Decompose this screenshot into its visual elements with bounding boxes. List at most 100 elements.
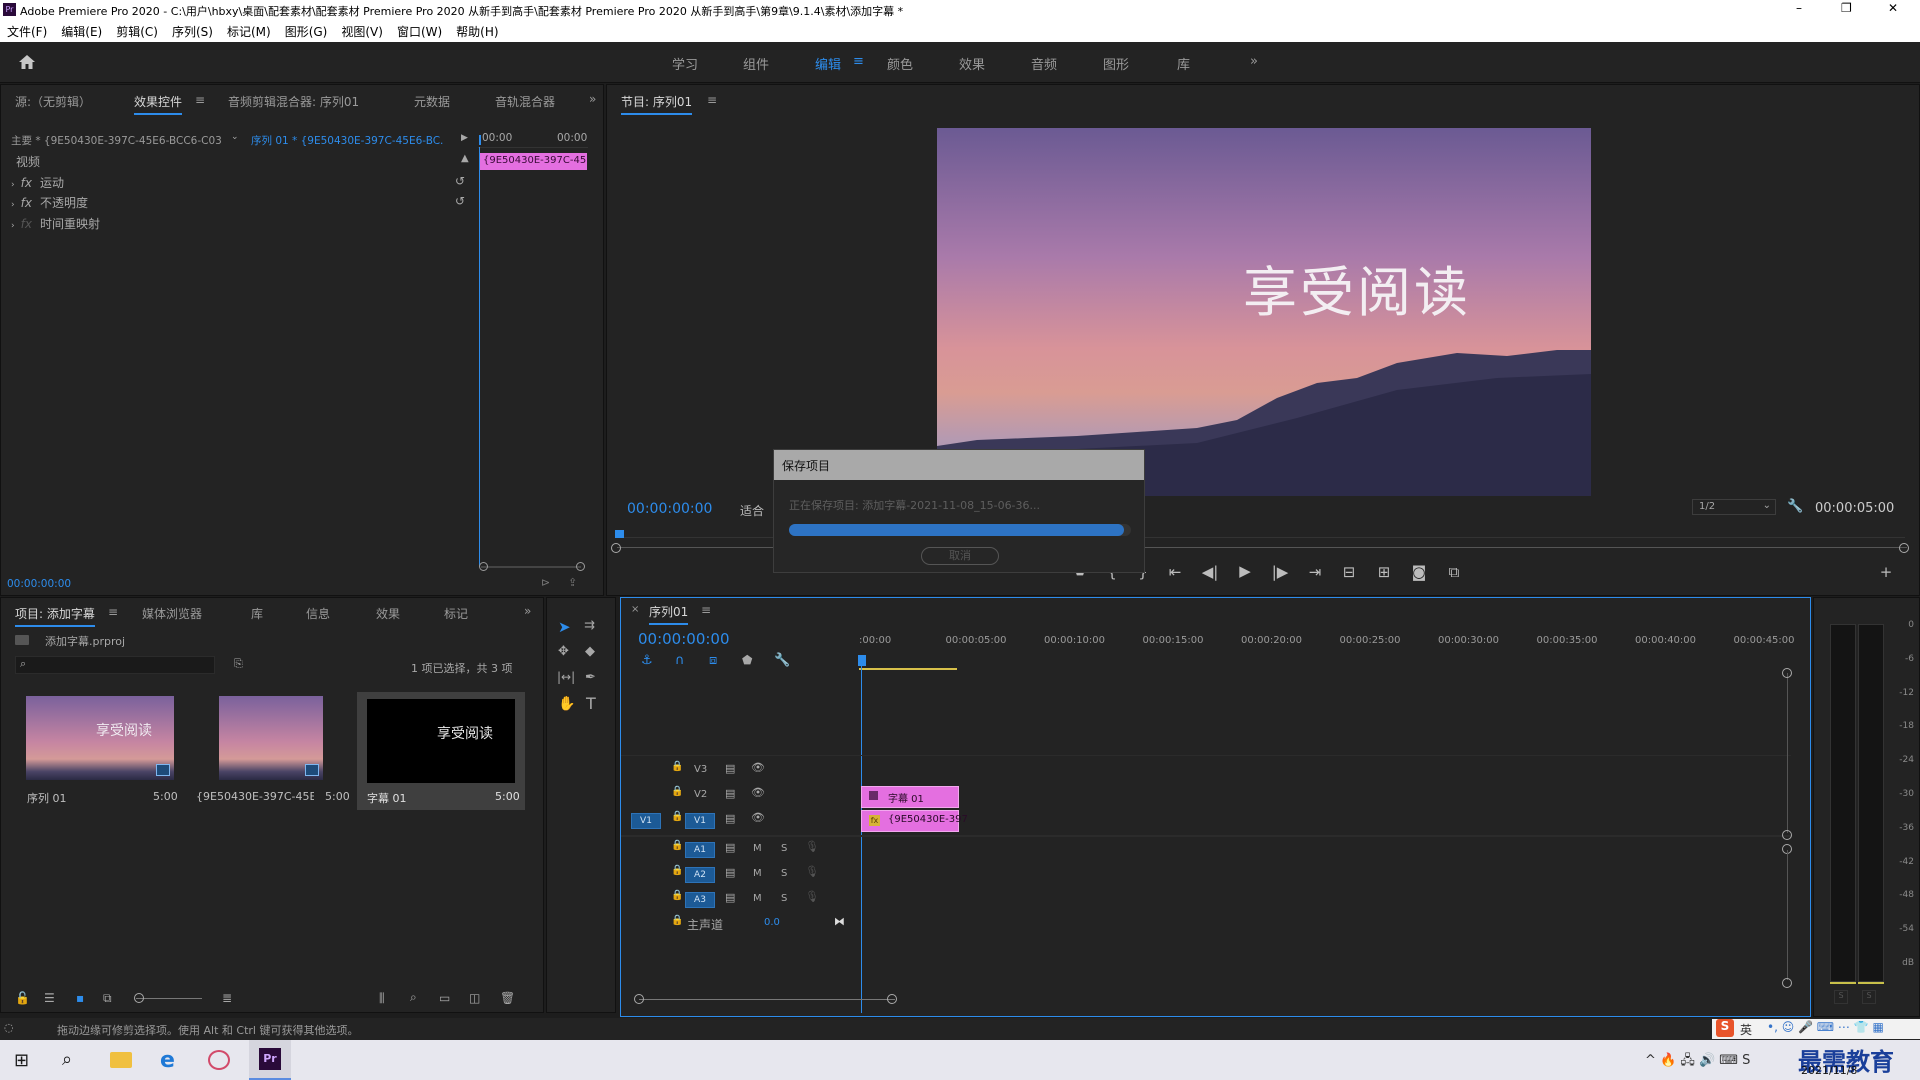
menu-clip[interactable]: 剪辑(C) [109,20,165,43]
tab-info[interactable]: 信息 [306,605,330,622]
solo-right-button[interactable]: S [1862,990,1876,1004]
menu-view[interactable]: 视图(V) [334,20,390,43]
panel-more-icon[interactable]: » [589,92,596,106]
lock-icon[interactable]: 🔒 [671,915,683,926]
dropdown-arrow-icon[interactable]: ⌄ [231,132,239,142]
solo-button[interactable]: S [781,868,787,879]
ec-zoom-handle-right[interactable] [576,562,585,571]
go-to-in-icon[interactable]: ⇤ [1164,563,1186,581]
workspace-menu-icon[interactable]: ≡ [853,54,864,69]
mute-button[interactable]: M [753,868,762,879]
mute-button[interactable]: M [753,843,762,854]
program-playhead[interactable] [615,530,624,538]
program-timecode[interactable]: 00:00:00:00 [627,501,712,517]
ec-clip-bar[interactable]: {9E50430E-397C-45E [479,153,587,170]
freeform-view-icon[interactable]: ⧉ [103,991,112,1006]
tab-media-browser[interactable]: 媒体浏览器 [142,605,202,622]
selection-tool-icon[interactable]: ➤ [558,618,571,636]
track-label-v2[interactable]: V2 [694,789,707,800]
workspace-learn[interactable]: 学习 [672,54,698,73]
tab-audio-clip-mixer[interactable]: 音频剪辑混合器: 序列01 [228,93,359,110]
go-to-out-icon[interactable]: ⧓ [834,915,845,928]
menu-edit[interactable]: 编辑(E) [54,20,109,43]
solo-left-button[interactable]: S [1834,990,1848,1004]
reset-icon[interactable]: ↺ [455,174,465,188]
hscroll-handle-left[interactable] [634,994,644,1004]
app-icon[interactable] [208,1050,230,1070]
file-explorer-icon[interactable] [110,1052,132,1068]
master-volume[interactable]: 0.0 [764,917,780,928]
new-bin-icon[interactable]: ▭ [439,991,450,1005]
project-menu-icon[interactable]: ≡ [108,605,118,619]
export-icon[interactable]: ⇪ [568,576,577,589]
sync-toggle-icon[interactable]: ▤ [725,787,735,800]
eye-icon[interactable]: 👁 [751,761,765,774]
ime-tools-icons[interactable]: •, ☺ 🎤 ⌨ ⋯ 👕 ▦ [1767,1020,1884,1034]
step-forward-icon[interactable]: |▶ [1269,563,1291,581]
project-item-selected[interactable]: 享受阅读 字幕 01 5:00 [357,692,525,810]
edge-icon[interactable]: e [160,1048,175,1073]
time-ruler[interactable]: :00:00 00:00:05:00 00:00:10:00 00:00:15:00 0… [859,635,1795,657]
source-patch-v1[interactable]: V1 [631,813,661,829]
effect-row-time-remap[interactable]: › fx 时间重映射 [11,215,471,233]
work-area-bar[interactable] [859,668,957,670]
premiere-taskbar-icon[interactable]: Pr [249,1040,291,1080]
slip-tool-icon[interactable]: |↔| [557,670,575,684]
tab-libraries[interactable]: 库 [251,605,263,622]
reset-icon[interactable]: ↺ [455,194,465,208]
lock-icon[interactable]: 🔒 [671,865,683,876]
workspace-library[interactable]: 库 [1177,54,1190,73]
lock-icon[interactable]: 🔒 [671,840,683,851]
lock-icon[interactable]: 🔓 [15,991,30,1005]
effect-row-opacity[interactable]: › fx 不透明度 ↺ [11,194,471,212]
effect-row-motion[interactable]: › fx 运动 ↺ [11,174,471,192]
microphone-icon[interactable]: 🎙 [805,865,819,878]
program-monitor-title[interactable]: 节目: 序列01 [621,93,693,115]
workspace-audio[interactable]: 音频 [1031,54,1057,73]
new-bin-from-search-icon[interactable]: ⎘ [234,657,243,671]
close-tab-icon[interactable]: × [631,604,639,615]
master-clip-selector[interactable]: 主要 * {9E50430E-397C-45E6-BCC6-C03... [11,133,221,148]
minimize-button[interactable]: – [1796,1,1802,15]
menu-file[interactable]: 文件(F) [0,20,54,43]
add-button-icon[interactable]: + [1875,563,1897,581]
effect-controls-menu-icon[interactable]: ≡ [195,93,205,107]
ec-zoom-scroll[interactable] [481,566,581,568]
eye-icon[interactable]: 👁 [751,786,765,799]
zoom-handle-left[interactable] [611,543,621,553]
trash-icon[interactable]: 🗑 [500,991,515,1005]
play-icon[interactable]: ▶ [1234,562,1256,580]
expand-arrow-icon[interactable]: › [11,221,15,231]
title-clip[interactable]: 字幕 01 [861,786,959,808]
track-label-v3[interactable]: V3 [694,764,707,775]
add-marker-icon[interactable]: ⬟ [742,653,752,667]
panel-more-icon[interactable]: » [524,604,531,618]
find-icon[interactable]: ⌕ [410,990,417,1005]
tab-project[interactable]: 项目: 添加字幕 [15,605,95,627]
new-item-icon[interactable]: ◫ [469,991,480,1005]
lock-icon[interactable]: 🔒 [671,761,683,772]
step-back-icon[interactable]: ◀| [1199,563,1221,581]
hand-tool-icon[interactable]: ✋ [558,696,575,712]
search-icon[interactable]: ⌕ [62,1049,72,1070]
type-tool-icon[interactable]: T [586,694,596,713]
tab-metadata[interactable]: 元数据 [414,93,450,110]
maximize-button[interactable]: ❐ [1841,1,1852,15]
tab-source[interactable]: 源:（无剪辑） [15,93,91,110]
project-item[interactable]: {9E50430E-397C-45E6... 5:00 [191,692,356,810]
sync-toggle-icon[interactable]: ▤ [725,812,735,825]
ec-timecode[interactable]: 00:00:00:00 [7,578,71,590]
timeline-horizontal-scroll[interactable] [639,999,895,1000]
timeline-timecode[interactable]: 00:00:00:00 [638,630,730,648]
video-scroll-handle-top[interactable] [1782,668,1792,678]
menu-window[interactable]: 窗口(W) [390,20,449,43]
zoom-slider[interactable] [136,998,202,999]
extract-icon[interactable]: ⊞ [1373,563,1395,581]
ec-zoom-handle-left[interactable] [479,562,488,571]
solo-button[interactable]: S [781,893,787,904]
timeline-playhead-head[interactable] [858,655,866,666]
program-menu-icon[interactable]: ≡ [707,93,717,107]
workspace-color[interactable]: 颜色 [887,54,913,73]
video-clip[interactable]: fx {9E50430E-397 [861,810,968,832]
lock-icon[interactable]: 🔒 [671,890,683,901]
